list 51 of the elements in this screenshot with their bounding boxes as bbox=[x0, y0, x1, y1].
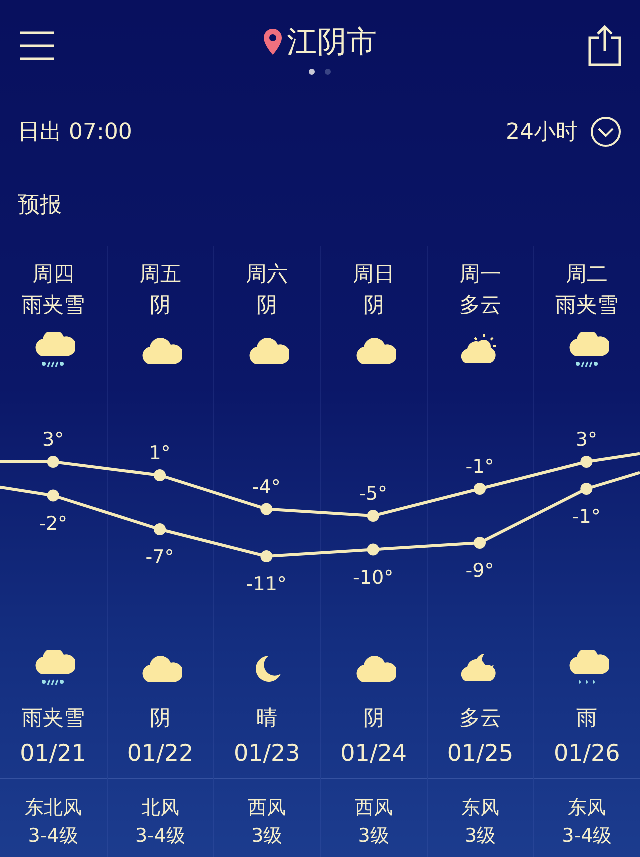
wind-direction: 西风 bbox=[354, 796, 393, 821]
wind-direction: 东风 bbox=[461, 796, 500, 821]
date: 01/24 bbox=[340, 741, 407, 769]
weekday: 周五 bbox=[139, 261, 182, 288]
weekday: 周日 bbox=[352, 261, 395, 288]
temperature-label: 3° bbox=[42, 429, 64, 451]
wind-level: 3-4级 bbox=[135, 824, 186, 849]
temperature-label: -9° bbox=[466, 560, 494, 582]
temperature-label: -7° bbox=[146, 546, 174, 568]
day-condition: 雨夹雪 bbox=[556, 292, 619, 319]
wind-level: 3-4级 bbox=[28, 824, 78, 849]
temperature-label: 1° bbox=[149, 442, 171, 464]
temperature-label: -11° bbox=[246, 574, 287, 596]
date: 01/25 bbox=[447, 741, 514, 769]
wind-level: 3-4级 bbox=[562, 824, 612, 849]
night-condition: 阴 bbox=[363, 705, 384, 732]
temperature-label: -10° bbox=[353, 566, 394, 589]
temperature-label: 3° bbox=[576, 429, 598, 451]
weekday: 周六 bbox=[246, 261, 288, 288]
date: 01/22 bbox=[127, 741, 194, 769]
temperature-label: -1° bbox=[572, 506, 601, 528]
temperature-label: -1° bbox=[466, 456, 494, 478]
date: 01/21 bbox=[20, 741, 86, 769]
temperature-label: -5° bbox=[359, 483, 388, 505]
wind-direction: 东北风 bbox=[24, 796, 82, 821]
day-condition: 阴 bbox=[150, 292, 171, 319]
day-condition: 阴 bbox=[256, 292, 278, 319]
night-condition: 雨夹雪 bbox=[22, 705, 85, 732]
section-title: 预报 bbox=[18, 193, 62, 218]
weekday: 周四 bbox=[32, 261, 74, 288]
weekday: 周一 bbox=[459, 261, 502, 288]
wind-direction: 东风 bbox=[568, 796, 606, 821]
night-condition: 雨 bbox=[576, 705, 598, 732]
wind-direction: 西风 bbox=[248, 796, 286, 821]
temperature-label: -2° bbox=[39, 512, 68, 535]
wind-level: 3级 bbox=[252, 824, 283, 849]
night-condition: 多云 bbox=[459, 705, 502, 732]
day-condition: 多云 bbox=[459, 292, 502, 319]
wind-direction: 北风 bbox=[141, 796, 180, 821]
date: 01/26 bbox=[554, 741, 620, 769]
night-condition: 阴 bbox=[150, 705, 171, 732]
city-name: 江阴市 bbox=[287, 24, 377, 62]
weekday: 周二 bbox=[566, 261, 608, 288]
night-condition: 晴 bbox=[256, 705, 278, 732]
day-condition: 阴 bbox=[363, 292, 384, 319]
wind-level: 3级 bbox=[358, 824, 390, 849]
sunrise-time: 日出 07:00 bbox=[18, 119, 132, 147]
temperature-label: -4° bbox=[252, 476, 281, 498]
date: 01/23 bbox=[234, 741, 300, 769]
day-condition: 雨夹雪 bbox=[22, 292, 85, 319]
wind-level: 3级 bbox=[464, 824, 496, 849]
